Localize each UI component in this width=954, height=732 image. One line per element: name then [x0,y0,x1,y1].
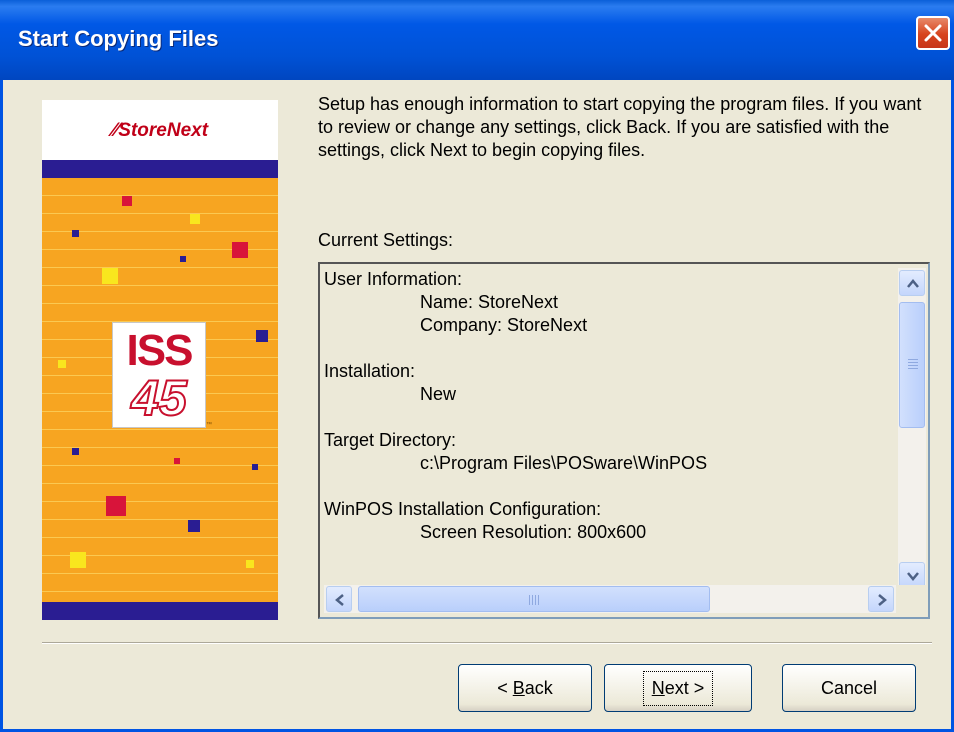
trademark-mark: ™ [206,422,212,428]
title-bar[interactable]: Start Copying Files [0,0,954,80]
product-banner: ⁄⁄StoreNext ISS 45 ™ [42,100,278,620]
horizontal-scroll-thumb[interactable] [358,586,710,612]
banner-logo-area: ⁄⁄StoreNext [42,100,278,160]
window-title: Start Copying Files [18,26,219,51]
decor-square [72,448,79,455]
settings-line: Name: StoreNext [420,292,559,312]
decor-square [106,496,126,516]
next-label: Next > [642,670,714,706]
decor-square [256,330,268,342]
settings-line: Installation: [324,361,416,381]
grip-icon [529,595,539,605]
back-label: < Back [497,677,553,698]
decor-square [72,230,79,237]
chevron-right-icon [878,594,887,606]
scroll-right-button[interactable] [868,586,894,612]
product-version: 45 [130,370,188,426]
scroll-left-button[interactable] [326,586,352,612]
decor-square [174,458,180,464]
decor-square [58,360,66,368]
iss45-logo: ISS 45 [112,322,206,428]
current-settings-label: Current Settings: [318,230,454,250]
settings-line: Company: StoreNext [420,315,588,335]
chevron-up-icon [907,279,919,288]
vertical-scroll-thumb[interactable] [899,302,925,428]
decor-square [188,520,200,532]
decor-square [102,268,118,284]
grip-icon [908,359,918,369]
settings-line: WinPOS Installation Configuration: [324,499,602,519]
storenext-logo: ⁄⁄StoreNext [111,120,209,141]
settings-line: New [420,384,457,404]
current-settings-textbox[interactable]: User Information: Name: StoreNext Compan… [318,262,930,619]
chevron-down-icon [907,572,919,581]
settings-line: Target Directory: [324,430,457,450]
horizontal-scrollbar[interactable] [324,585,896,613]
settings-line: c:\Program Files\POSware\WinPOS [420,453,708,473]
button-divider [42,642,932,644]
decor-square [180,256,186,262]
chevron-left-icon [335,594,344,606]
close-icon [924,24,942,42]
close-button[interactable] [916,16,950,50]
decor-square [232,242,248,258]
scrollbar-corner [898,585,926,613]
decor-square [70,552,86,568]
vertical-scrollbar[interactable] [898,268,926,590]
decor-square [246,560,254,568]
product-name: ISS [126,326,194,375]
instructions-text: Setup has enough information to start co… [318,94,922,160]
banner-stripe-bottom [42,602,278,620]
decor-square [190,214,200,224]
settings-text: User Information: Name: StoreNext Compan… [324,268,894,586]
settings-line: Screen Resolution: 800x600 [420,522,647,542]
cancel-button[interactable]: Cancel [782,664,916,712]
back-button[interactable]: < Back [458,664,592,712]
banner-stripe-top [42,160,278,178]
decor-square [252,464,258,470]
next-button[interactable]: Next > [604,664,752,712]
settings-line: User Information: [324,269,463,289]
scroll-up-button[interactable] [899,270,925,296]
decor-square [122,196,132,206]
